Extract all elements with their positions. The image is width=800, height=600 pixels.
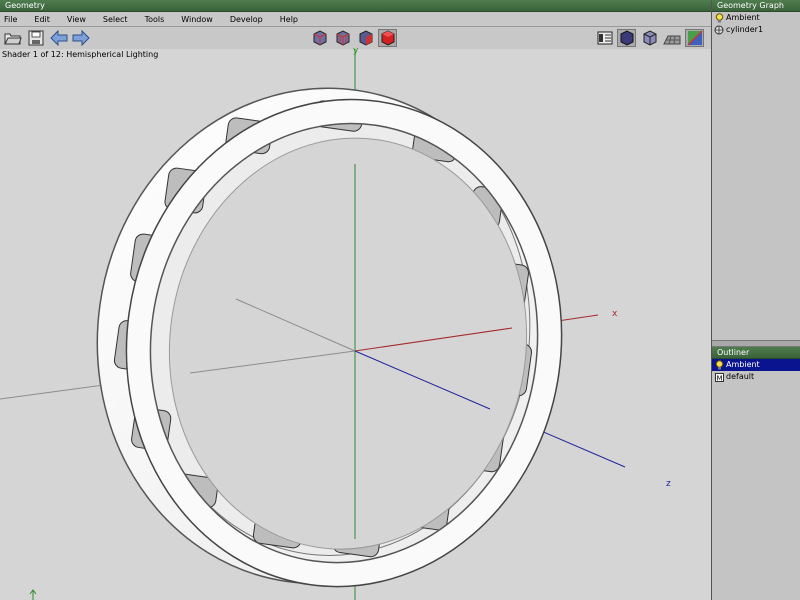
window-title-bar: Geometry: [0, 0, 711, 12]
z-axis-label: z: [666, 479, 671, 489]
wire-cube-icon: [643, 30, 656, 46]
grid-toggle-button[interactable]: [662, 29, 681, 47]
outliner-title: Outliner: [717, 348, 750, 357]
shader-status-label: Shader 1 of 12: Hemispherical Lighting: [2, 50, 159, 59]
menu-window[interactable]: Window: [177, 15, 213, 24]
menu-tools[interactable]: Tools: [141, 15, 165, 24]
mesh-icon: [714, 25, 724, 35]
geometry-graph-title: Geometry Graph: [717, 1, 784, 10]
material-icon: M: [714, 372, 724, 382]
outliner-title-bar: Outliner: [712, 347, 800, 359]
panel-splitter[interactable]: [712, 340, 800, 347]
graph-item-label: cylinder1: [726, 25, 764, 34]
x-axis-label: x: [612, 309, 618, 319]
color-ramp-icon: [686, 30, 703, 46]
cube-view-3-icon: [359, 30, 372, 46]
menu-help[interactable]: Help: [276, 15, 298, 24]
view-mode-1-button[interactable]: [310, 29, 329, 47]
menu-bar: File Edit View Select Tools Window Devel…: [0, 12, 711, 27]
view-mode-2-button[interactable]: [333, 29, 352, 47]
cube-solid-red-icon: [381, 30, 394, 46]
3d-viewport[interactable]: Shader 1 of 12: Hemispherical Lighting y…: [0, 46, 711, 600]
grid-floor-icon: [662, 35, 680, 45]
graph-item-label: Ambient: [726, 13, 760, 22]
shaded-mode-button[interactable]: [617, 29, 636, 47]
forward-arrow-icon: [72, 30, 90, 46]
y-axis-label: y: [353, 46, 359, 56]
bearing-ring-model[interactable]: [65, 59, 594, 600]
svg-text:M: M: [716, 374, 722, 382]
viewport-scene[interactable]: [0, 49, 711, 600]
geometry-graph-title-bar: Geometry Graph: [712, 0, 800, 12]
back-arrow-icon: [49, 30, 67, 46]
forward-button[interactable]: [71, 29, 90, 47]
geometry-graph-panel: Ambient cylinder1: [712, 12, 800, 340]
menu-file[interactable]: File: [0, 15, 17, 24]
window-title: Geometry: [5, 1, 45, 10]
light-bulb-icon: [714, 360, 724, 370]
layout-button[interactable]: [595, 29, 614, 47]
outliner-item-ambient[interactable]: Ambient: [712, 359, 800, 371]
shaded-sphere-icon: [620, 30, 633, 46]
menu-edit[interactable]: Edit: [30, 15, 50, 24]
cube-view-1-icon: [313, 30, 326, 46]
outliner-item-default[interactable]: M default: [712, 371, 800, 383]
layout-icon: [597, 31, 612, 45]
color-ramp-button[interactable]: [685, 29, 704, 47]
menu-develop[interactable]: Develop: [226, 15, 263, 24]
open-button[interactable]: [3, 29, 22, 47]
save-button[interactable]: [26, 29, 45, 47]
folder-open-icon: [3, 33, 22, 45]
up-arrow-icon: [29, 589, 37, 600]
menu-select[interactable]: Select: [99, 15, 128, 24]
view-mode-solid-button[interactable]: [378, 29, 397, 47]
graph-item-ambient[interactable]: Ambient: [712, 12, 800, 24]
menu-view[interactable]: View: [63, 15, 86, 24]
outliner-panel: Ambient M default: [712, 359, 800, 600]
back-button[interactable]: [49, 29, 68, 47]
graph-item-cylinder1[interactable]: cylinder1: [712, 24, 800, 36]
outliner-item-label: default: [726, 372, 755, 381]
outliner-item-label: Ambient: [726, 360, 760, 369]
view-mode-3-button[interactable]: [356, 29, 375, 47]
cube-view-2-icon: [336, 30, 349, 46]
wireframe-mode-button[interactable]: [640, 29, 659, 47]
light-bulb-icon: [714, 13, 724, 23]
save-icon: [28, 30, 43, 46]
